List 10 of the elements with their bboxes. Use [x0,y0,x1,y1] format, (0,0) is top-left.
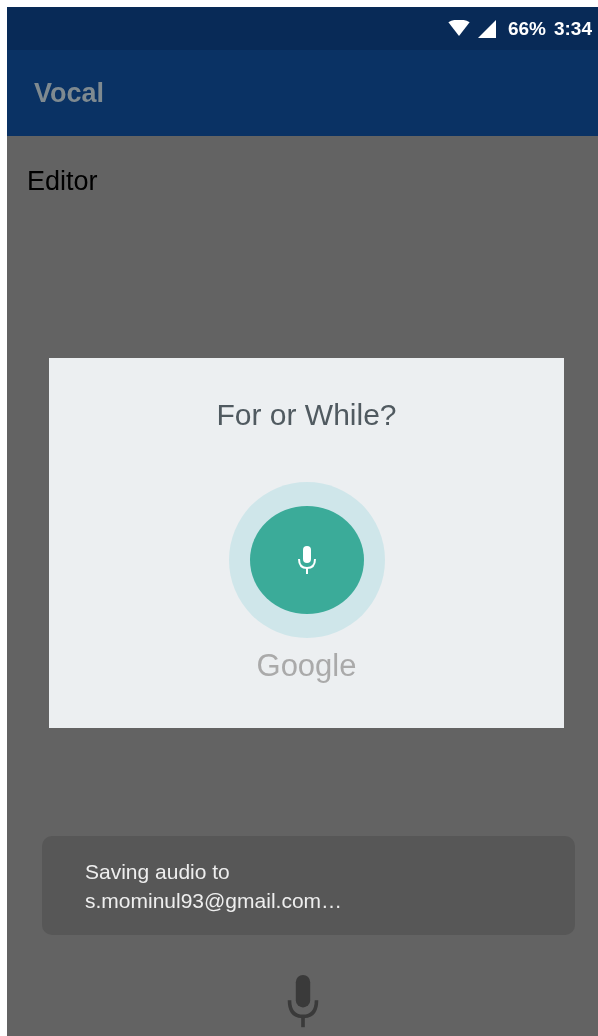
google-wordmark: Google [256,648,357,684]
signal-icon [477,19,496,38]
voice-prompt: For or While? [216,398,397,432]
battery-percentage: 66% [507,17,546,40]
toast-message: Saving audio to s.mominul93@gmail.com… [85,858,343,914]
app-title: Vocal [34,77,105,109]
clock-time: 3:34 [553,17,592,40]
wifi-icon [447,20,470,37]
editor-label: Editor [27,166,99,197]
microphone-icon [296,546,317,574]
